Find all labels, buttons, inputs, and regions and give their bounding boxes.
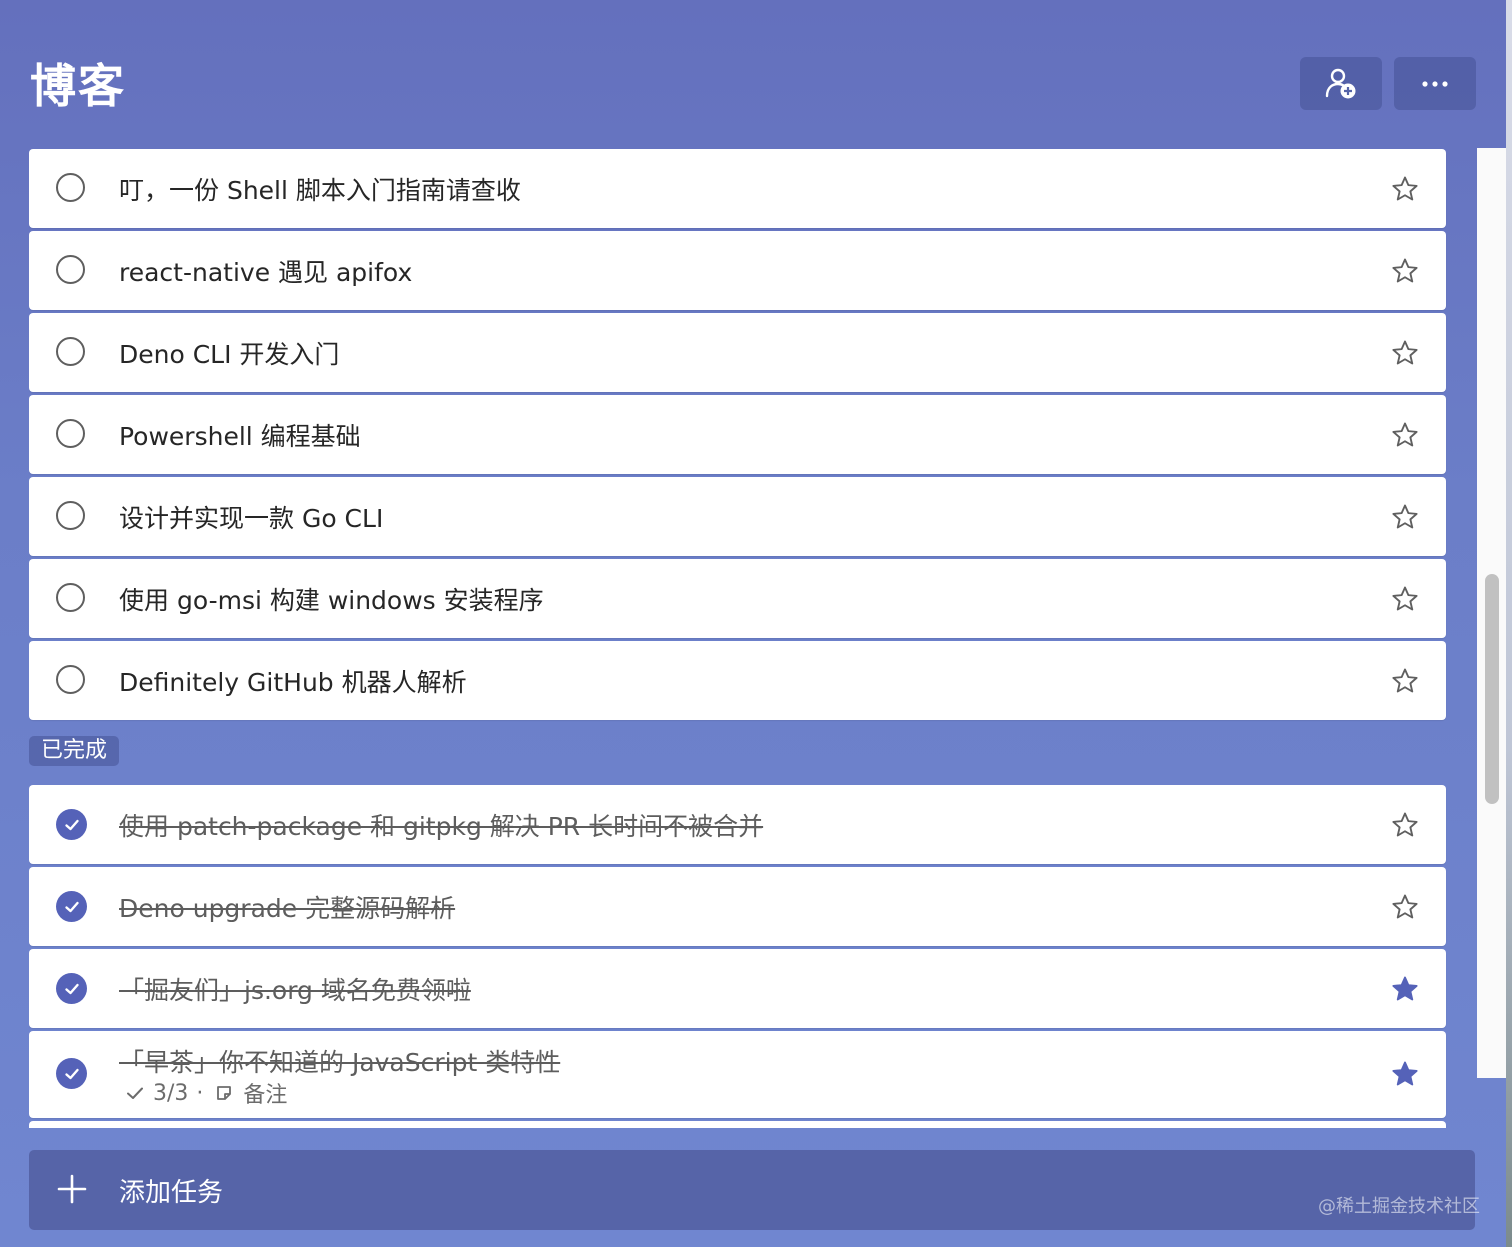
- note-label: 备注: [243, 1083, 288, 1108]
- add-task-button[interactable]: 添加任务: [29, 1150, 1475, 1230]
- star-outline-icon[interactable]: [1389, 256, 1421, 286]
- completed-task-item[interactable]: 「掘友们」js.org 域名免费领啦: [29, 949, 1446, 1028]
- steps-count: 3/3: [153, 1080, 189, 1106]
- checkmark-icon: [64, 1068, 79, 1079]
- completed-toggle[interactable]: [56, 809, 87, 840]
- complete-toggle[interactable]: [56, 255, 85, 284]
- task-meta: 3/3 · 备注: [125, 1077, 287, 1109]
- task-item[interactable]: Powershell 编程基础: [29, 395, 1446, 474]
- star-outline-icon[interactable]: [1389, 502, 1421, 532]
- task-title: Definitely GitHub 机器人解析: [119, 668, 467, 697]
- checkmark-icon: [64, 819, 79, 830]
- window-edge: [1506, 0, 1512, 1247]
- complete-toggle[interactable]: [56, 583, 85, 612]
- star-outline-icon[interactable]: [1389, 584, 1421, 614]
- checkmark-icon: [64, 901, 79, 912]
- more-options-button[interactable]: [1394, 57, 1476, 110]
- share-list-button[interactable]: [1300, 57, 1382, 110]
- task-item[interactable]: Deno CLI 开发入门: [29, 313, 1446, 392]
- complete-toggle[interactable]: [56, 337, 85, 366]
- complete-toggle[interactable]: [56, 501, 85, 530]
- task-item[interactable]: 使用 go-msi 构建 windows 安装程序: [29, 559, 1446, 638]
- list-title: 博客: [30, 59, 126, 113]
- completed-task-item[interactable]: Deno upgrade 完整源码解析: [29, 867, 1446, 946]
- completed-toggle[interactable]: [56, 1058, 87, 1089]
- watermark: @稀土掘金技术社区: [1318, 1196, 1480, 1217]
- task-title: 使用 patch-package 和 gitpkg 解决 PR 长时间不被合并: [119, 812, 764, 841]
- star-outline-icon[interactable]: [1389, 810, 1421, 840]
- task-title: 叮，一份 Shell 脚本入门指南请查收: [119, 176, 521, 205]
- note-icon: [217, 1086, 232, 1100]
- task-item[interactable]: 设计并实现一款 Go CLI: [29, 477, 1446, 556]
- task-item[interactable]: 叮，一份 Shell 脚本入门指南请查收: [29, 149, 1446, 228]
- task-title: Powershell 编程基础: [119, 422, 361, 451]
- star-outline-icon[interactable]: [1389, 420, 1421, 450]
- task-item[interactable]: react-native 遇见 apifox: [29, 231, 1446, 310]
- checkmark-icon: [64, 983, 79, 994]
- complete-toggle[interactable]: [56, 419, 85, 448]
- task-title: react-native 遇见 apifox: [119, 258, 413, 287]
- task-title: Deno upgrade 完整源码解析: [119, 894, 456, 923]
- completed-task-item[interactable]: 「早茶」你不知道的 JavaScript 类特性 3/3 · 备注: [29, 1031, 1446, 1118]
- plus-icon: [57, 1174, 87, 1204]
- completed-toggle[interactable]: [56, 973, 87, 1004]
- steps-check-icon: [127, 1087, 143, 1099]
- star-outline-icon[interactable]: [1389, 666, 1421, 696]
- scrollbar-thumb[interactable]: [1485, 574, 1499, 804]
- task-item[interactable]: Definitely GitHub 机器人解析: [29, 641, 1446, 720]
- task-item-partial[interactable]: [29, 1121, 1446, 1128]
- complete-toggle[interactable]: [56, 173, 85, 202]
- add-person-icon: [1325, 68, 1356, 98]
- meta-separator: ·: [196, 1080, 204, 1106]
- star-filled-icon[interactable]: [1389, 974, 1421, 1004]
- task-title: 使用 go-msi 构建 windows 安装程序: [119, 586, 544, 615]
- complete-toggle[interactable]: [56, 665, 85, 694]
- star-outline-icon[interactable]: [1389, 892, 1421, 922]
- scrollbar[interactable]: [1477, 148, 1506, 1078]
- task-list[interactable]: 叮，一份 Shell 脚本入门指南请查收 react-native 遇见 api…: [29, 148, 1447, 1128]
- task-title: 「早茶」你不知道的 JavaScript 类特性: [119, 1048, 561, 1077]
- completed-toggle[interactable]: [56, 891, 87, 922]
- completed-section-header[interactable]: 已完成: [29, 736, 120, 766]
- completed-task-item[interactable]: 使用 patch-package 和 gitpkg 解决 PR 长时间不被合并: [29, 785, 1446, 864]
- more-horizontal-icon: [1422, 80, 1448, 87]
- task-title: 「掘友们」js.org 域名免费领啦: [119, 976, 471, 1005]
- star-outline-icon[interactable]: [1389, 338, 1421, 368]
- add-task-label: 添加任务: [119, 1178, 224, 1208]
- task-title: 设计并实现一款 Go CLI: [119, 504, 384, 533]
- star-outline-icon[interactable]: [1389, 174, 1421, 204]
- task-title: Deno CLI 开发入门: [119, 340, 340, 369]
- star-filled-icon[interactable]: [1389, 1059, 1421, 1089]
